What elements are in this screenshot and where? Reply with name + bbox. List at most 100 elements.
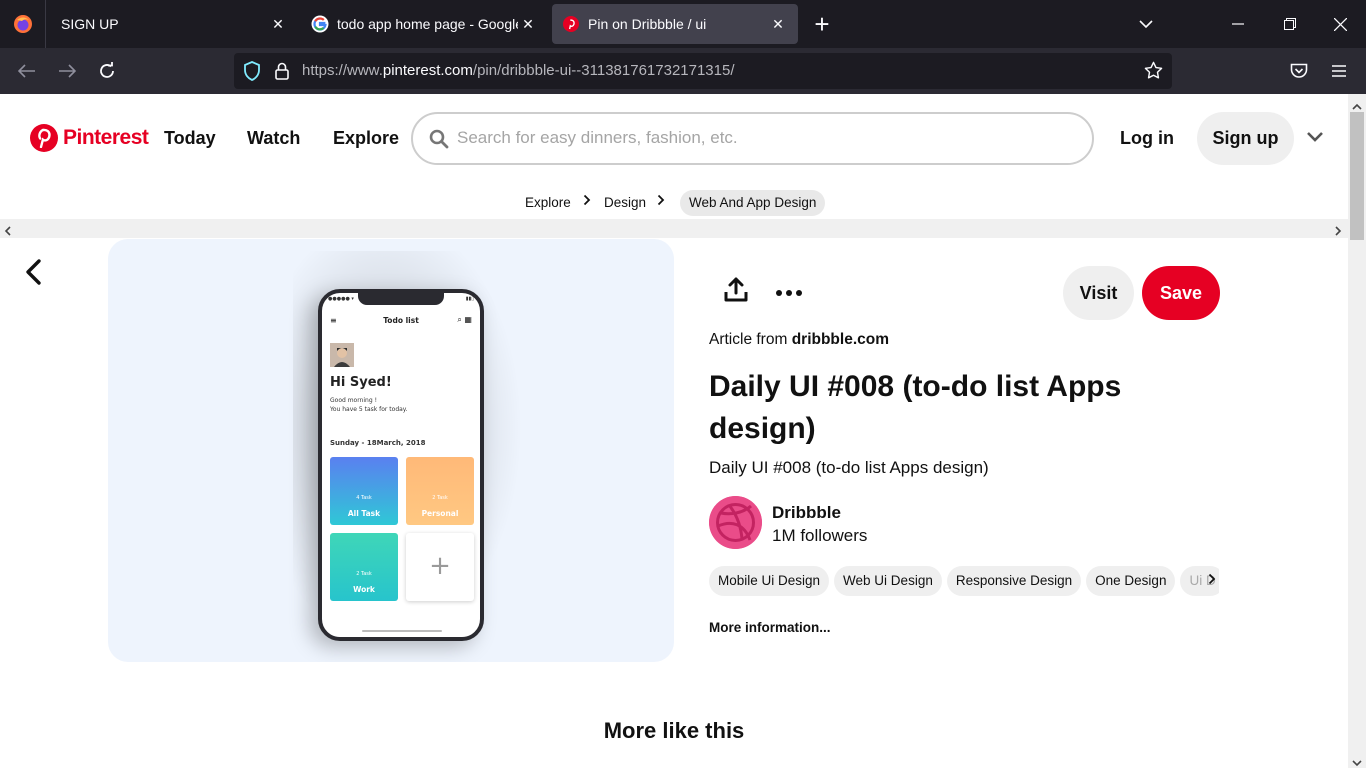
breadcrumb: Explore Design Web And App Design <box>0 190 1348 216</box>
pinterest-logo-icon <box>30 124 58 152</box>
tab-title: todo app home page - Google <box>337 16 518 32</box>
pocket-icon[interactable] <box>1279 48 1319 94</box>
tag-chip[interactable]: One Design <box>1086 566 1176 596</box>
pinterest-favicon-icon <box>562 15 580 33</box>
greeting: Hi Syed! <box>330 375 392 390</box>
home-indicator <box>362 630 442 632</box>
save-button[interactable]: Save <box>1142 266 1220 320</box>
search-icon <box>429 129 449 154</box>
greeting-line-2: You have 5 task for today. <box>330 406 408 413</box>
more-options-icon[interactable] <box>775 284 803 302</box>
tab-title: SIGN UP <box>61 16 119 32</box>
task-name: Personal <box>421 509 459 518</box>
back-arrow-icon[interactable] <box>22 258 46 291</box>
close-window-icon[interactable] <box>1320 0 1360 48</box>
greeting-line-1: Good morning ! <box>330 397 377 404</box>
task-count: 4 Task <box>356 495 372 501</box>
search-input[interactable] <box>457 128 1057 148</box>
article-from-prefix: Article from <box>709 331 792 348</box>
scroll-down-icon[interactable] <box>1352 754 1362 768</box>
chevron-right-icon <box>583 193 591 209</box>
task-card-all: 4 Task All Task <box>330 457 398 525</box>
status-battery-icon: ▮▮▯ <box>465 296 474 302</box>
tab-pin-dribbble[interactable]: Pin on Dribbble / ui ✕ <box>552 4 798 44</box>
google-icon <box>311 15 329 33</box>
chevron-down-icon[interactable] <box>1306 130 1324 148</box>
pin-image[interactable]: ●●●●● ▾ ▮▮▯ ≡ Todo list ⌕ ▦ Hi Syed! Goo… <box>108 239 674 662</box>
pin-title: Daily UI #008 (to-do list Apps design) <box>709 370 1122 445</box>
url-path: /pin/dribbble-ui--311381761732171315/ <box>472 62 735 79</box>
breadcrumb-design[interactable]: Design <box>604 195 646 210</box>
article-source-link[interactable]: dribbble.com <box>792 331 889 348</box>
login-link[interactable]: Log in <box>1120 128 1174 149</box>
article-source: Article from dribbble.com <box>709 331 889 349</box>
vertical-scrollbar[interactable] <box>1348 94 1366 768</box>
breadcrumb-web-and-app-design[interactable]: Web And App Design <box>680 190 826 216</box>
restore-icon[interactable] <box>1270 0 1310 48</box>
tag-chip[interactable]: Responsive Design <box>946 566 1082 596</box>
list-all-tabs-chevron-icon[interactable] <box>1130 0 1162 48</box>
task-name: Work <box>353 585 375 594</box>
bookmark-star-icon[interactable] <box>1144 61 1163 85</box>
browser-tab-bar: SIGN UP ✕ todo app home page - Google ✕ … <box>0 0 1366 48</box>
more-like-this-heading: More like this <box>603 718 745 743</box>
tracking-shield-icon[interactable] <box>243 61 261 86</box>
share-icon[interactable] <box>722 276 750 309</box>
firefox-menu-icon[interactable] <box>0 0 46 48</box>
signup-button[interactable]: Sign up <box>1197 112 1294 165</box>
pinterest-logo-text: Pinterest <box>63 126 149 149</box>
tab-sign-up[interactable]: SIGN UP ✕ <box>48 4 298 44</box>
horizontal-scrollbar[interactable] <box>0 219 1348 238</box>
chevron-right-icon <box>657 193 665 209</box>
nav-explore[interactable]: Explore <box>333 128 399 149</box>
pin-description: Daily UI #008 (to-do list Apps design) <box>709 458 989 477</box>
tab-title: Pin on Dribbble / ui <box>588 16 707 32</box>
status-signal-icon: ●●●●● ▾ <box>328 296 354 302</box>
creator-followers: 1M followers <box>772 526 868 545</box>
chevron-right-icon[interactable] <box>1208 572 1216 590</box>
search-bar[interactable] <box>411 112 1094 165</box>
search-calendar-icon: ⌕ ▦ <box>457 315 472 324</box>
app-menu-icon[interactable] <box>1319 48 1359 94</box>
url-bar[interactable]: https://www.pinterest.com/pin/dribbble-u… <box>234 53 1172 89</box>
pinterest-logo[interactable]: Pinterest <box>30 124 149 152</box>
new-tab-button[interactable]: + <box>806 0 838 48</box>
scroll-right-icon[interactable] <box>1334 223 1342 241</box>
dribbble-avatar[interactable] <box>709 496 762 549</box>
tab-close-icon[interactable]: ✕ <box>268 16 288 33</box>
phone-mockup: ●●●●● ▾ ▮▮▯ ≡ Todo list ⌕ ▦ Hi Syed! Goo… <box>318 289 484 641</box>
tab-close-icon[interactable]: ✕ <box>768 16 788 33</box>
visit-button[interactable]: Visit <box>1063 266 1134 320</box>
creator-name[interactable]: Dribbble <box>772 503 841 523</box>
tab-close-icon[interactable]: ✕ <box>518 16 538 33</box>
task-card-personal: 2 Task Personal <box>406 457 474 525</box>
task-name: All Task <box>347 509 381 518</box>
scroll-left-icon[interactable] <box>4 223 12 241</box>
nav-watch[interactable]: Watch <box>247 128 300 149</box>
more-information-link[interactable]: More information... <box>709 620 831 635</box>
phone-notch <box>358 293 444 305</box>
breadcrumb-explore[interactable]: Explore <box>525 195 571 210</box>
url-text: https://www.pinterest.com/pin/dribbble-u… <box>302 62 735 79</box>
app-title: Todo list <box>383 316 419 325</box>
nav-today[interactable]: Today <box>164 128 216 149</box>
tab-todo-app[interactable]: todo app home page - Google ✕ <box>302 4 548 44</box>
reload-icon[interactable] <box>87 48 127 94</box>
scrollbar-thumb[interactable] <box>1350 112 1364 240</box>
minimize-icon[interactable] <box>1218 0 1258 48</box>
tag-chip[interactable]: Web Ui Design <box>834 566 942 596</box>
url-domain: pinterest.com <box>382 62 473 79</box>
browser-nav-bar: https://www.pinterest.com/pin/dribbble-u… <box>0 48 1366 94</box>
site-header: Pinterest Today Watch Explore Log in Sig… <box>0 94 1348 184</box>
lock-icon[interactable] <box>275 62 289 85</box>
back-arrow-icon[interactable] <box>7 48 47 94</box>
date-label: Sunday - 18March, 2018 <box>330 439 426 447</box>
task-count: 2 Task <box>432 495 448 501</box>
forward-arrow-icon[interactable] <box>47 48 87 94</box>
add-task-icon: + <box>406 533 474 601</box>
greeting-subtext: Good morning ! You have 5 task for today… <box>330 396 407 414</box>
url-prefix: https://www. <box>302 62 383 79</box>
tag-chip[interactable]: Mobile Ui Design <box>709 566 830 596</box>
task-card-work: 2 Task Work <box>330 533 398 601</box>
task-count: 2 Task <box>356 571 372 577</box>
